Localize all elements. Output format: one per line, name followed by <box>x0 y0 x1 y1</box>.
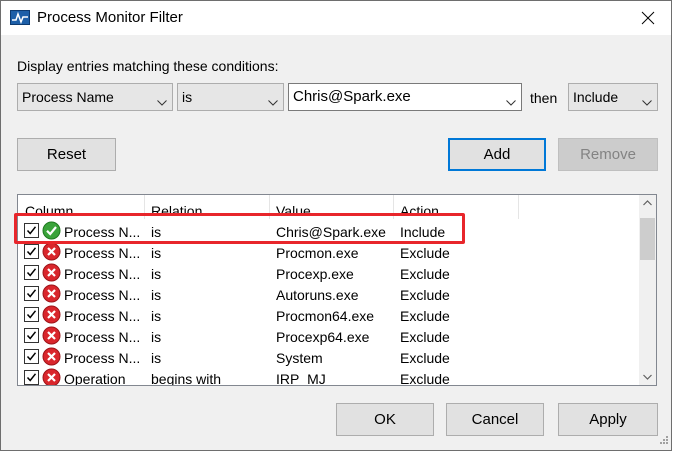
scrollbar-thumb[interactable] <box>640 218 655 260</box>
cell-value: Procexp64.exe <box>276 329 370 345</box>
title-bar[interactable]: Process Monitor Filter <box>1 1 671 35</box>
exclude-x-icon <box>42 242 61 261</box>
header-divider[interactable] <box>144 195 145 219</box>
exclude-x-icon <box>42 263 61 282</box>
column-select[interactable]: Process Name <box>17 83 173 111</box>
enable-checkbox[interactable] <box>24 349 39 364</box>
action-select-value: Include <box>573 89 619 105</box>
header-divider[interactable] <box>269 195 270 219</box>
column-select-value: Process Name <box>22 89 114 105</box>
header-divider[interactable] <box>518 195 519 219</box>
cell-relation: is <box>151 266 162 282</box>
header-action[interactable]: Action <box>400 203 439 219</box>
remove-button[interactable]: Remove <box>558 138 658 171</box>
filter-row[interactable]: Process N... is System Exclude <box>18 347 638 368</box>
exclude-x-icon <box>42 284 61 303</box>
enable-checkbox[interactable] <box>24 286 39 301</box>
cell-relation: begins with <box>151 371 222 386</box>
filter-list[interactable]: Column Relation Value Action Process N..… <box>17 194 657 386</box>
apply-button[interactable]: Apply <box>558 403 658 436</box>
filter-row[interactable]: Process N... is Procmon64.exe Exclude <box>18 305 638 326</box>
enable-checkbox[interactable] <box>24 307 39 322</box>
close-icon <box>641 11 655 25</box>
enable-checkbox[interactable] <box>24 370 39 385</box>
cell-relation: is <box>151 287 162 303</box>
exclude-x-icon <box>42 305 61 324</box>
exclude-x-icon <box>42 368 61 385</box>
header-column[interactable]: Column <box>25 203 73 219</box>
cell-relation: is <box>151 350 162 366</box>
cell-action: Exclude <box>400 266 450 282</box>
filter-row[interactable]: Process N... is Procexp64.exe Exclude <box>18 326 638 347</box>
cell-value: System <box>276 350 323 366</box>
reset-button[interactable]: Reset <box>17 138 116 171</box>
cell-value: Procmon64.exe <box>276 308 375 324</box>
enable-checkbox[interactable] <box>24 265 39 280</box>
exclude-x-icon <box>42 347 61 366</box>
background-window-strip <box>0 451 674 457</box>
value-input[interactable]: Chris@Spark.exe <box>288 83 522 111</box>
cell-action: Exclude <box>400 287 450 303</box>
ok-button[interactable]: OK <box>336 403 434 436</box>
cell-value: IRP_MJ_ <box>276 371 334 386</box>
relation-select[interactable]: is <box>177 83 284 111</box>
enable-checkbox[interactable] <box>24 328 39 343</box>
chevron-down-icon <box>642 93 652 109</box>
scroll-down-arrow-icon[interactable] <box>639 368 656 385</box>
header-value[interactable]: Value <box>276 203 311 219</box>
cell-value: Chris@Spark.exe <box>276 224 386 240</box>
cell-column: Process N... <box>64 224 141 240</box>
then-label: then <box>530 90 558 106</box>
instruction-label: Display entries matching these condition… <box>17 58 279 74</box>
filter-row[interactable]: Process N... is Autoruns.exe Exclude <box>18 284 638 305</box>
cell-column: Process N... <box>64 245 141 261</box>
close-button[interactable] <box>625 1 671 35</box>
cell-column: Process N... <box>64 287 141 303</box>
vertical-scrollbar[interactable] <box>639 195 656 385</box>
cell-value: Procexp.exe <box>276 266 354 282</box>
exclude-x-icon <box>42 326 61 345</box>
cell-action: Include <box>400 224 446 240</box>
filter-row[interactable]: Operation begins with IRP_MJ_ Exclude <box>18 368 638 386</box>
filter-row[interactable]: Process N... is Procmon.exe Exclude <box>18 242 638 263</box>
cell-value: Autoruns.exe <box>276 287 359 303</box>
filter-row[interactable]: Process N... is Chris@Spark.exe Include <box>18 221 638 242</box>
cell-column: Process N... <box>64 329 141 345</box>
cell-column: Operation <box>64 371 126 386</box>
relation-select-value: is <box>182 89 193 105</box>
filter-row[interactable]: Process N... is Procexp.exe Exclude <box>18 263 638 284</box>
add-button[interactable]: Add <box>448 138 546 171</box>
cell-action: Exclude <box>400 371 450 386</box>
list-header: Column Relation Value Action <box>18 195 638 219</box>
scroll-up-arrow-icon[interactable] <box>639 195 656 212</box>
cell-value: Procmon.exe <box>276 245 359 261</box>
cell-relation: is <box>151 329 162 345</box>
process-monitor-icon <box>10 10 30 25</box>
cancel-button[interactable]: Cancel <box>446 403 544 436</box>
enable-checkbox[interactable] <box>24 223 39 238</box>
resize-grip-icon[interactable] <box>659 432 669 448</box>
cell-column: Process N... <box>64 308 141 324</box>
chevron-down-icon[interactable] <box>506 93 516 109</box>
chevron-down-icon <box>157 93 167 109</box>
chevron-down-icon <box>268 93 278 109</box>
cell-action: Exclude <box>400 329 450 345</box>
include-check-icon <box>42 221 61 240</box>
window-title: Process Monitor Filter <box>37 9 183 26</box>
cell-action: Exclude <box>400 350 450 366</box>
enable-checkbox[interactable] <box>24 244 39 259</box>
cell-column: Process N... <box>64 266 141 282</box>
action-select[interactable]: Include <box>568 83 658 111</box>
filter-dialog: Process Monitor Filter Display entries m… <box>0 0 672 451</box>
cell-action: Exclude <box>400 245 450 261</box>
header-relation[interactable]: Relation <box>151 203 202 219</box>
cell-relation: is <box>151 308 162 324</box>
cell-action: Exclude <box>400 308 450 324</box>
header-divider[interactable] <box>393 195 394 219</box>
cell-column: Process N... <box>64 350 141 366</box>
cell-relation: is <box>151 245 162 261</box>
cell-relation: is <box>151 224 162 240</box>
value-input-text: Chris@Spark.exe <box>293 88 411 105</box>
